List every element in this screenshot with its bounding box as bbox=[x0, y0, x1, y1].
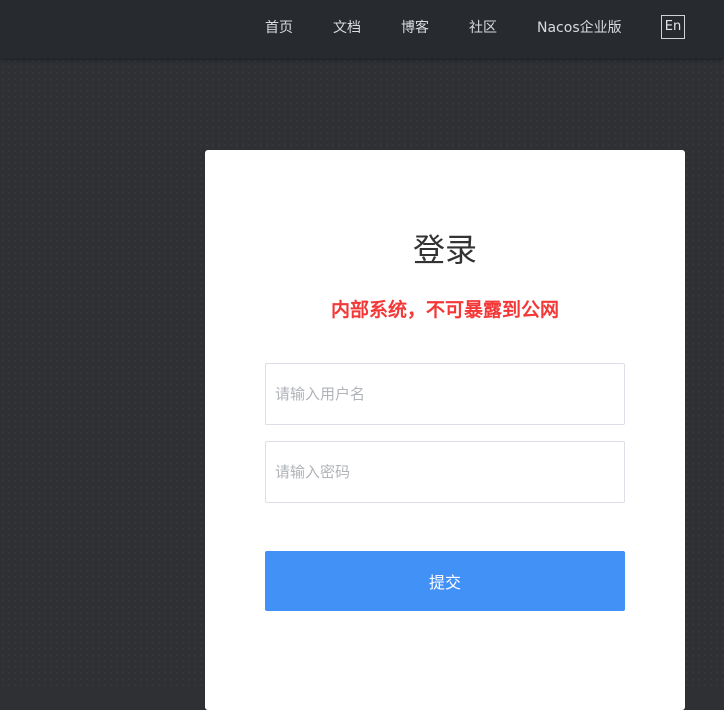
password-input[interactable] bbox=[265, 441, 625, 503]
security-warning-text: 内部系统，不可暴露到公网 bbox=[330, 299, 559, 321]
nav-link-docs[interactable]: 文档 bbox=[333, 18, 361, 38]
top-navigation-bar: 首页 文档 博客 社区 Nacos企业版 En bbox=[0, 0, 724, 59]
nav-link-community[interactable]: 社区 bbox=[469, 18, 497, 38]
nav-link-blog[interactable]: 博客 bbox=[401, 18, 429, 38]
login-title: 登录 bbox=[412, 231, 477, 269]
username-input[interactable] bbox=[265, 363, 625, 425]
submit-button[interactable]: 提交 bbox=[265, 551, 625, 611]
language-switch-button[interactable]: En bbox=[661, 15, 685, 39]
nav-link-home[interactable]: 首页 bbox=[265, 18, 293, 38]
nav-link-enterprise[interactable]: Nacos企业版 bbox=[537, 18, 622, 38]
login-card: 登录 内部系统，不可暴露到公网 提交 bbox=[205, 150, 685, 710]
